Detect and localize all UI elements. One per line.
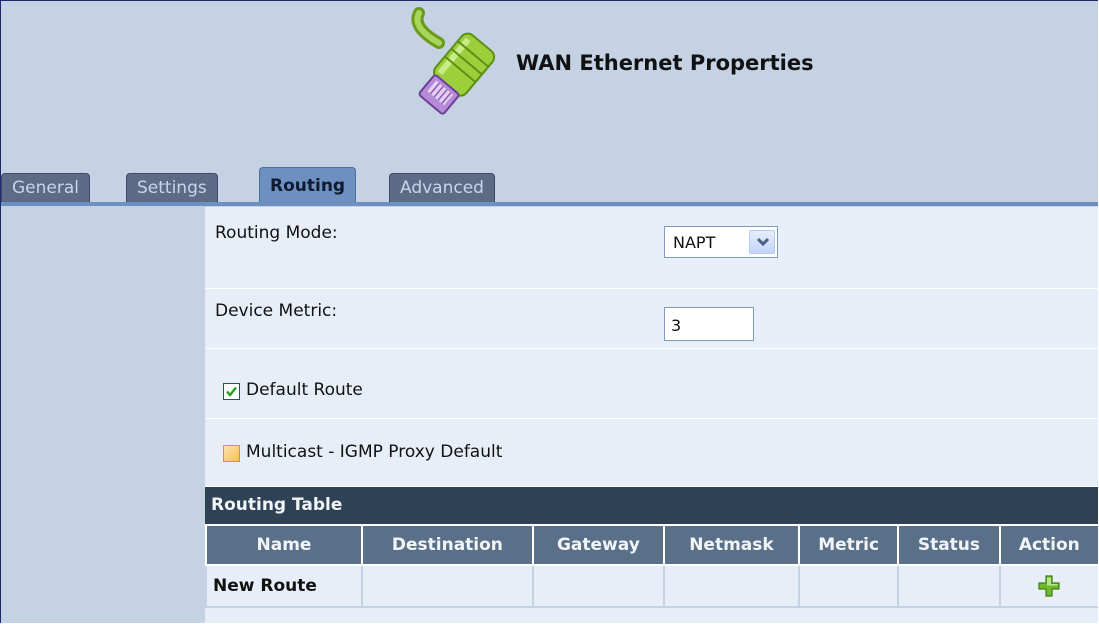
device-metric-label: Device Metric:	[215, 301, 338, 321]
cell-destination	[360, 564, 534, 608]
cell-status	[897, 564, 1001, 608]
column-header-action: Action	[998, 524, 1098, 566]
dropdown-button[interactable]	[749, 230, 775, 254]
device-metric-row: Device Metric:	[205, 289, 1098, 349]
routing-mode-select[interactable]: NAPT	[664, 226, 778, 258]
routing-mode-value: NAPT	[673, 233, 716, 252]
column-header-status: Status	[897, 524, 1001, 566]
content-area: Routing Mode: NAPT Device Metric: 3 Defa…	[1, 207, 1098, 623]
device-metric-input[interactable]: 3	[664, 307, 754, 341]
routing-mode-label: Routing Mode:	[215, 223, 338, 243]
add-icon[interactable]	[1037, 574, 1061, 598]
cell-netmask	[662, 564, 800, 608]
column-header-name: Name	[205, 524, 363, 566]
tab-underline	[1, 202, 1098, 206]
column-header-gateway: Gateway	[531, 524, 665, 566]
default-route-row: Default Route	[205, 359, 1098, 419]
column-header-metric: Metric	[797, 524, 900, 566]
tab-advanced[interactable]: Advanced	[389, 173, 495, 203]
page-header: WAN Ethernet Properties General Settings…	[1, 1, 1098, 207]
routing-panel: Routing Mode: NAPT Device Metric: 3 Defa…	[205, 207, 1098, 623]
ethernet-cable-icon	[411, 7, 496, 115]
new-route-link[interactable]: New Route	[205, 564, 363, 608]
column-header-netmask: Netmask	[662, 524, 800, 566]
cell-gateway	[531, 564, 665, 608]
tab-settings[interactable]: Settings	[126, 173, 218, 203]
cell-metric	[797, 564, 900, 608]
routing-table-title: Routing Table	[205, 487, 1098, 524]
default-route-checkbox[interactable]	[223, 383, 240, 400]
tab-general[interactable]: General	[1, 173, 90, 203]
multicast-checkbox[interactable]	[223, 445, 240, 462]
multicast-row: Multicast - IGMP Proxy Default	[205, 419, 1098, 487]
routing-mode-row: Routing Mode: NAPT	[205, 207, 1098, 289]
table-row: New Route	[205, 564, 1098, 608]
checkmark-icon	[226, 386, 237, 397]
tab-routing[interactable]: Routing	[259, 167, 357, 203]
cell-action	[998, 564, 1098, 608]
column-header-destination: Destination	[360, 524, 534, 566]
default-route-label: Default Route	[246, 380, 363, 400]
chevron-down-icon	[756, 237, 770, 247]
routing-table: Name Destination Gateway Netmask Metric …	[205, 524, 1098, 608]
window-frame: WAN Ethernet Properties General Settings…	[0, 0, 1098, 623]
table-header-row: Name Destination Gateway Netmask Metric …	[205, 524, 1098, 566]
page-title: WAN Ethernet Properties	[516, 51, 814, 75]
multicast-label: Multicast - IGMP Proxy Default	[246, 442, 503, 462]
